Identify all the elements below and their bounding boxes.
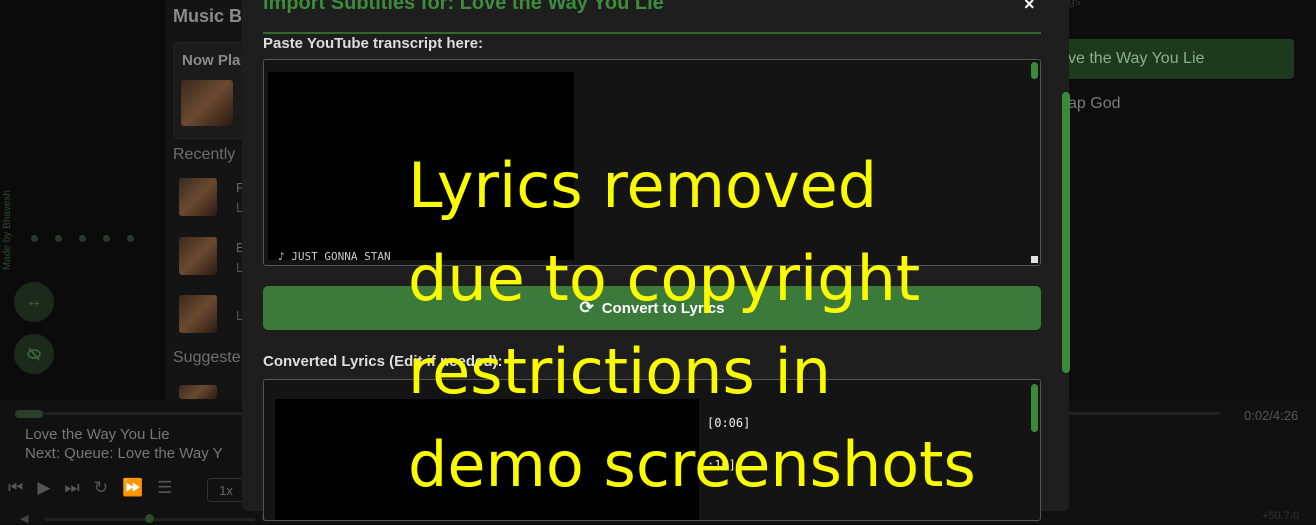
dot-indicator[interactable]: [55, 235, 62, 242]
now-playing-thumbnail: [181, 80, 233, 126]
dot-indicator[interactable]: [127, 235, 134, 242]
play-icon[interactable]: ▶: [37, 478, 50, 498]
now-playing-label: Now Pla: [182, 52, 241, 69]
playback-rate-button[interactable]: 1x: [207, 478, 245, 502]
hide-button[interactable]: [14, 334, 54, 374]
current-song-title: Love the Way You Lie: [25, 426, 170, 443]
overlay-line: due to copyright: [408, 242, 921, 315]
suggested-label: Suggeste: [173, 349, 241, 366]
right-panel-header: gs: [1068, 0, 1081, 8]
resize-handle[interactable]: [1031, 256, 1038, 263]
dot-indicator[interactable]: [79, 235, 86, 242]
modal-title: Import Subtitles for: Love the Way You L…: [263, 0, 664, 14]
recent-thumbnail[interactable]: [179, 178, 217, 216]
transcript-label: Paste YouTube transcript here:: [263, 35, 484, 52]
playback-controls: ⏮ ▶ ⏭ ↻ ⏩ ☰: [8, 478, 172, 498]
next-icon[interactable]: ⏭: [64, 478, 79, 498]
volume-handle[interactable]: [145, 514, 154, 523]
recently-played-label: Recently: [173, 146, 236, 163]
modal-scrollbar[interactable]: [1062, 92, 1070, 373]
expand-button[interactable]: ↔: [14, 282, 54, 322]
progress-handle[interactable]: [15, 410, 43, 418]
dot-indicator[interactable]: [103, 235, 110, 242]
dot-indicator[interactable]: [31, 235, 38, 242]
copyright-notice-overlay: Lyrics removed due to copyright restrict…: [408, 139, 976, 511]
arrows-horizontal-icon: ↔: [26, 293, 42, 310]
modal-divider: [263, 32, 1041, 34]
time-readout: 0:02/4:26: [1244, 408, 1299, 423]
overlay-line: restrictions in: [408, 335, 831, 408]
transcript-visible-text: ♪ JUST GONNA STAN: [278, 250, 391, 263]
eye-slash-icon: [27, 347, 41, 361]
queue-list-icon[interactable]: ☰: [157, 478, 172, 498]
close-button[interactable]: ×: [1024, 0, 1035, 15]
overlay-line: Lyrics removed: [408, 149, 878, 222]
volume-right-readout: +50.7.0: [1262, 510, 1300, 522]
lyrics-scrollbar[interactable]: [1031, 384, 1038, 432]
library-title: Music B: [173, 6, 243, 26]
overlay-line: demo screenshots: [408, 428, 976, 501]
fast-forward-icon[interactable]: ⏩: [122, 478, 143, 498]
playlist-item-active[interactable]: ve the Way You Lie: [1068, 39, 1294, 79]
recent-thumbnail[interactable]: [179, 237, 217, 275]
recent-thumbnail[interactable]: [179, 295, 217, 333]
transcript-scrollbar[interactable]: [1031, 62, 1038, 79]
sidebar-vertical-text: Made by Bhavesh: [2, 190, 13, 271]
next-in-queue: Next: Queue: Love the Way Y: [25, 445, 223, 462]
playlist-item[interactable]: ap God: [1068, 84, 1294, 124]
suggested-thumbnail[interactable]: [179, 385, 217, 399]
repeat-icon[interactable]: ↻: [94, 478, 108, 498]
volume-low-icon[interactable]: ◀: [20, 512, 28, 525]
previous-icon[interactable]: ⏮: [8, 478, 23, 498]
